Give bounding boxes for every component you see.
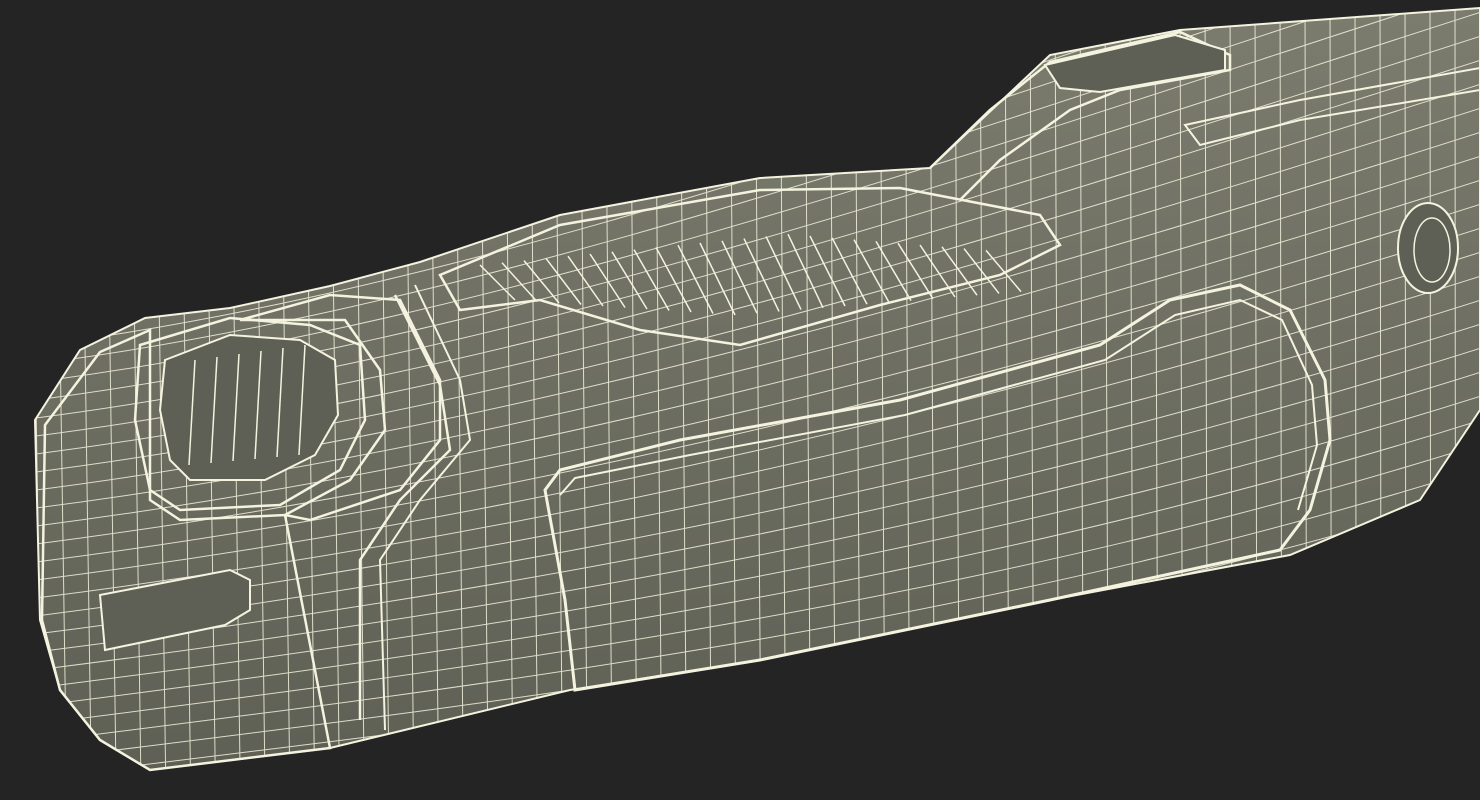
wireframe-handle-model (33, 6, 1480, 772)
render-viewport (0, 0, 1480, 800)
mesh-edge-ring (35, 8, 43, 770)
mesh-edge-ring (1454, 8, 1457, 770)
lanyard-hole (1397, 202, 1459, 294)
